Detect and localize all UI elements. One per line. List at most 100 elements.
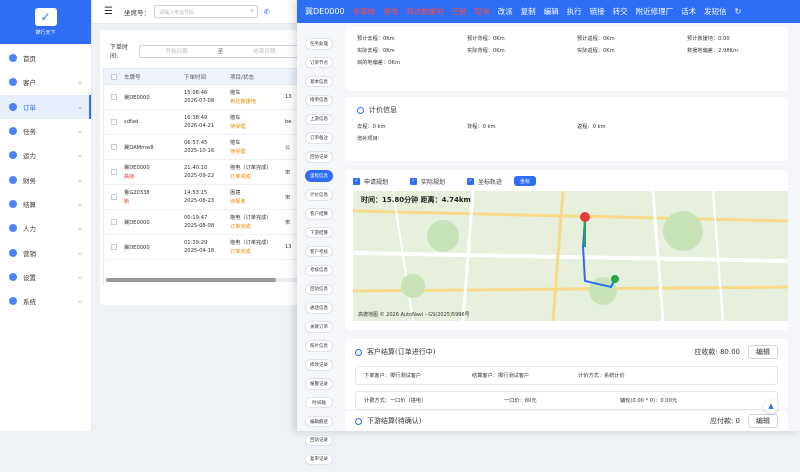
header-status: 项目/状态 [230, 74, 254, 81]
sidebar-item-3[interactable]: 任务 ⌄ [0, 119, 91, 143]
sidebar-item-5[interactable]: 财务 ⌄ [0, 167, 91, 191]
table-row[interactable]: 冀DE0000 高级 21:40:10 2025-09-22 拖电（订单完成） 订单完成宋 [104, 160, 300, 185]
coords-button[interactable]: 坐标 [514, 176, 537, 186]
row-checkbox[interactable] [111, 119, 117, 125]
row-date: 2025-08-08 [184, 223, 215, 229]
sidebar-item-label: 人力 [23, 225, 36, 234]
table-row[interactable]: 冀DE0000 01:39:29 2025-04-18 拖电（订单完成） 订单完成 13 [104, 235, 300, 260]
side-tab-13[interactable]: 回访信息 [305, 283, 333, 296]
table-row[interactable]: 鲁G20338 新 14:53:15 2025-08-23 困境 待报单宋 [104, 185, 300, 210]
side-tab-3[interactable]: 接单信息 [305, 94, 333, 107]
downstream-title: 下游结算(待确认) [367, 417, 422, 425]
row-checkbox[interactable] [111, 244, 117, 250]
side-tab-7[interactable]: 里程信息 [305, 170, 333, 182]
side-tab-15[interactable]: 关联订单 [305, 321, 333, 333]
checkbox-actual[interactable]: ✓ [410, 177, 418, 185]
sidebar-item-7[interactable]: 人力 ⌄ [0, 216, 91, 240]
action-7[interactable]: 转交 [613, 6, 628, 17]
side-tab-2[interactable]: 基本信息 [305, 75, 333, 88]
customer-settlement-card: 客户结算(订单进行中) 应收款: 80.00 编辑 下单客户：撵行测试客户 结算… [345, 339, 788, 410]
side-tab-18[interactable]: 报警记录 [305, 378, 333, 390]
menu-icon[interactable]: ☰ [104, 6, 114, 17]
side-tab-16[interactable]: 照片信息 [305, 340, 333, 352]
side-tab-9[interactable]: 客户结算 [305, 208, 333, 220]
action-0[interactable]: 空驶 [452, 6, 467, 17]
side-tab-10[interactable]: 下游结算 [305, 226, 333, 239]
side-tab-1[interactable]: 订单节点 [305, 56, 333, 69]
table-row[interactable]: sdfad 16:38:49 2026-04-21 拖车 待受理 be [104, 110, 300, 135]
action-3[interactable]: 复制 [521, 6, 536, 17]
people-icon [9, 224, 17, 233]
refresh-icon[interactable]: ↻ [735, 7, 742, 16]
checkbox-plan[interactable]: ✓ [353, 177, 360, 185]
sidebar-item-label: 任务 [23, 128, 36, 137]
action-4[interactable]: 编辑 [544, 6, 559, 17]
action-8[interactable]: 附近修理厂 [636, 6, 674, 17]
seat-input[interactable]: 请输入电话号码 ⊗ [154, 5, 258, 18]
customer-edit-button[interactable]: 编辑 [748, 345, 778, 359]
side-tab-0[interactable]: 任务处理 [305, 38, 333, 50]
row-checkbox[interactable] [111, 219, 117, 225]
app-logo[interactable]: ✓ 撵行天下 [0, 0, 91, 44]
action-1[interactable]: 取消 [475, 6, 490, 17]
mileage-cell: 预计返程：0Km [577, 36, 615, 42]
side-tab-20[interactable]: 编辑痕迹 [305, 415, 333, 428]
action-5[interactable]: 执行 [567, 6, 582, 17]
sidebar-item-8[interactable]: 营销 ⌄ [0, 240, 91, 264]
row-checkbox[interactable] [111, 169, 117, 175]
option-actual: 实际规划 [421, 178, 446, 186]
row-date: 2025-10-16 [184, 148, 215, 154]
side-tab-21[interactable]: 回访记录 [305, 434, 333, 447]
mileage-cell: 预计去程：0Km [357, 36, 395, 42]
app-name: 撵行天下 [35, 30, 56, 36]
sidebar-item-4[interactable]: 运力 ⌄ [0, 143, 91, 167]
scroll-top-icon[interactable]: ▲ [764, 399, 778, 413]
row-checkbox[interactable] [111, 194, 117, 200]
sidebar-item-1[interactable]: 客户 ⌄ [0, 70, 91, 94]
order-customer: 下单客户：撵行测试客户 [364, 373, 422, 379]
phone-icon[interactable]: ✆ [264, 8, 270, 16]
mileage-cell: 实际去程：0Km [357, 48, 395, 54]
sidebar-item-6[interactable]: 结算 ⌄ [0, 192, 91, 216]
side-tab-12[interactable]: 考核信息 [305, 264, 333, 277]
action-2[interactable]: 改派 [498, 6, 513, 17]
downstream-edit-button[interactable]: 编辑 [748, 414, 778, 428]
side-tab-5[interactable]: 订单备注 [305, 132, 333, 144]
side-tab-4[interactable]: 上游信息 [305, 113, 333, 126]
side-tab-8[interactable]: 计价信息 [305, 189, 333, 201]
checkbox-coords[interactable]: ✓ [467, 177, 475, 185]
side-tab-6[interactable]: 回访记录 [305, 151, 333, 163]
side-tab-11[interactable]: 客户考核 [305, 245, 333, 258]
mileage-cell: 目的地偏差：0Km [357, 60, 400, 66]
chevron-down-icon: ⌄ [77, 102, 83, 111]
side-tab-19[interactable]: 时间轴 [305, 396, 333, 409]
row-checkbox[interactable] [111, 94, 117, 100]
action-9[interactable]: 话术 [681, 6, 696, 17]
sidebar-item-10[interactable]: 系统 ⌄ [0, 289, 91, 313]
sidebar-item-2[interactable]: 订单 ⌄ [0, 94, 91, 120]
row-status: 到达救援地 [230, 99, 256, 105]
start-date[interactable]: 开始日期 [140, 47, 214, 55]
sidebar-item-label: 系统 [23, 298, 36, 307]
row-date: 2026-07-08 [184, 98, 215, 104]
action-6[interactable]: 链接 [590, 6, 605, 17]
date-range-picker[interactable]: 开始日期 至 结束日期 [138, 44, 302, 58]
action-10[interactable]: 发短信 [704, 6, 727, 17]
end-date[interactable]: 结束日期 [227, 47, 301, 55]
route-map[interactable]: 时间：15.80分钟 距离：4.74km 高德地图 © 2026 AutoNav… [353, 191, 788, 321]
row-checkbox[interactable] [111, 144, 117, 150]
row-project: 拖电（订单完成） [230, 165, 272, 171]
sidebar-item-9[interactable]: 设置 ⌄ [0, 265, 91, 289]
select-all-checkbox[interactable] [111, 73, 117, 80]
table-row[interactable]: 冀DE0000 15:08:46 2026-07-08 拖车 到达救援地 13 [104, 85, 300, 110]
side-tab-17[interactable]: 修改记录 [305, 359, 333, 371]
clear-icon[interactable]: ⊗ [250, 8, 254, 14]
table-row[interactable]: 冀DE0000 00:19:47 2025-08-08 拖电（订单完成） 订单完成宋 [104, 210, 300, 235]
sidebar-item-0[interactable]: 首页 [0, 46, 91, 70]
map-attribution: 高德地图 © 2026 AutoNavi - GS(2025)5996号 [358, 312, 470, 318]
horizontal-scrollbar[interactable] [106, 278, 298, 282]
table-row[interactable]: 冀DAMmw8 06:57:45 2025-10-16 拖车 待受理公 [104, 135, 300, 160]
side-tab-14[interactable]: 通话信息 [305, 302, 333, 314]
row-time: 01:39:29 [184, 240, 208, 246]
side-tab-22[interactable]: 复审记录 [305, 453, 333, 466]
